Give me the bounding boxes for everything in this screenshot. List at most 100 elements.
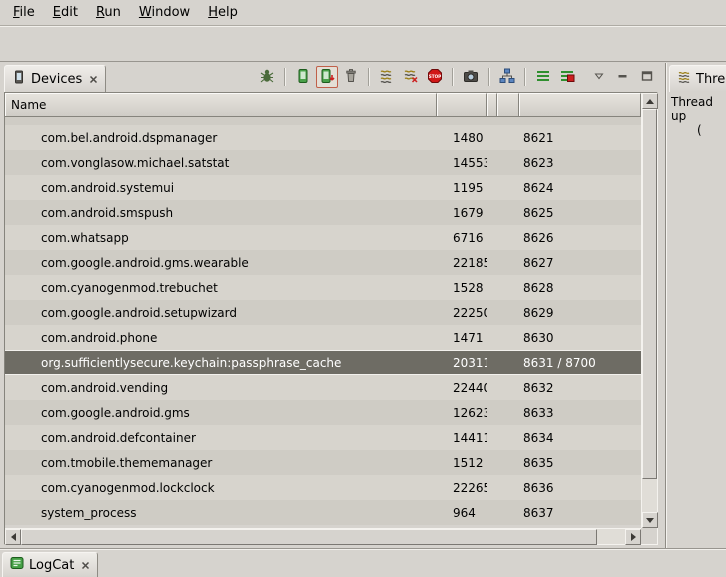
process-port: 8629 (519, 306, 641, 320)
maximize-icon (641, 70, 653, 85)
screen-capture-button[interactable] (460, 66, 482, 88)
tab-logcat[interactable]: LogCat (2, 552, 98, 577)
process-port: 8623 (519, 156, 641, 170)
table-row[interactable]: com.whatsapp 6716 8626 (5, 225, 641, 250)
stop-profiling-button[interactable] (556, 66, 578, 88)
scroll-up-button[interactable] (642, 93, 658, 109)
tab-threads[interactable]: Threads (669, 65, 726, 92)
toolbar-separator (452, 68, 454, 86)
svg-text:STOP: STOP (429, 73, 442, 78)
table-row[interactable]: com.google.android.gms.wearable 22185 86… (5, 250, 641, 275)
process-table-body: com.bel.android.dspmanager 1480 8621 com… (5, 117, 641, 528)
tab-threads-label: Threads (696, 72, 726, 87)
cause-gc-icon (343, 68, 359, 87)
process-name: com.cyanogenmod.trebuchet (5, 281, 437, 295)
process-pid: 20311 (437, 356, 487, 370)
process-pid: 14411 (437, 431, 487, 445)
method-profiling-button[interactable] (400, 66, 422, 88)
dump-hprof-icon (319, 68, 335, 87)
maximize-button[interactable] (636, 66, 658, 88)
hierarchy-view-button[interactable] (496, 66, 518, 88)
table-row[interactable]: com.tmobile.thememanager 1512 8635 (5, 450, 641, 475)
process-name: system_process (5, 506, 437, 520)
menu-item-window[interactable]: Window (130, 1, 199, 24)
process-name: com.android.defcontainer (5, 431, 437, 445)
table-row[interactable]: com.cyanogenmod.trebuchet 1528 8628 (5, 275, 641, 300)
table-row[interactable]: com.android.smspush 1679 8625 (5, 200, 641, 225)
devices-toolbar: STOP (255, 66, 659, 88)
main-area: Devices (0, 63, 726, 548)
devices-panel: Devices (0, 63, 666, 548)
start-profiling-button[interactable] (532, 66, 554, 88)
threads-view-header: Threads (667, 63, 726, 92)
toolbar-separator (524, 68, 526, 86)
threads-message-line1: Thread up (671, 95, 722, 123)
cause-gc-button[interactable] (340, 66, 362, 88)
partial-row (5, 117, 641, 125)
column-header-port[interactable] (519, 93, 641, 117)
menu-item-file[interactable]: File (4, 1, 44, 24)
minimize-button[interactable] (612, 66, 634, 88)
vertical-scroll-thumb[interactable] (642, 109, 657, 479)
close-icon[interactable] (81, 561, 90, 570)
process-port: 8621 (519, 131, 641, 145)
column-header-pid[interactable] (437, 93, 487, 117)
process-pid: 14553 (437, 156, 487, 170)
process-name: com.bel.android.dspmanager (5, 131, 437, 145)
table-row[interactable]: com.vonglasow.michael.satstat 14553 8623 (5, 150, 641, 175)
column-header-2[interactable] (487, 93, 497, 117)
threads-message-line2: ( (671, 123, 722, 137)
process-table: Name com.bel.android.dspmanager 1480 862… (4, 92, 658, 545)
logcat-icon (10, 556, 24, 574)
update-heap-button[interactable] (292, 66, 314, 88)
process-name: com.android.smspush (5, 206, 437, 220)
scroll-down-button[interactable] (642, 512, 658, 528)
process-port: 8633 (519, 406, 641, 420)
table-row[interactable]: com.google.android.setupwizard 22250 862… (5, 300, 641, 325)
table-row[interactable]: com.android.vending 22440 8632 (5, 375, 641, 400)
stop-process-button[interactable]: STOP (424, 66, 446, 88)
table-row[interactable]: com.cyanogenmod.lockclock 22265 8636 (5, 475, 641, 500)
process-name: org.sufficientlysecure.keychain:passphra… (5, 356, 437, 370)
process-pid: 964 (437, 506, 487, 520)
scroll-right-button[interactable] (625, 529, 641, 545)
close-icon[interactable] (89, 75, 98, 84)
process-name: com.vonglasow.michael.satstat (5, 156, 437, 170)
debug-process-button[interactable] (256, 66, 278, 88)
menu-item-help[interactable]: Help (199, 1, 247, 24)
vertical-scrollbar[interactable] (641, 93, 657, 528)
menu-bar: FileEditRunWindowHelp (0, 0, 726, 26)
process-name: com.android.phone (5, 331, 437, 345)
threads-content: Thread up ( (667, 92, 726, 548)
process-port: 8630 (519, 331, 641, 345)
table-row[interactable]: com.android.systemui 1195 8624 (5, 175, 641, 200)
process-pid: 1471 (437, 331, 487, 345)
horizontal-scrollbar[interactable] (5, 528, 641, 544)
scrollbar-corner (641, 528, 657, 544)
process-name: com.android.vending (5, 381, 437, 395)
table-row[interactable]: org.sufficientlysecure.keychain:passphra… (5, 350, 641, 375)
process-pid: 22250 (437, 306, 487, 320)
update-threads-button[interactable] (376, 66, 398, 88)
process-name: com.google.android.gms (5, 406, 437, 420)
scroll-left-button[interactable] (5, 529, 21, 545)
process-port: 8626 (519, 231, 641, 245)
process-name: com.whatsapp (5, 231, 437, 245)
menu-item-edit[interactable]: Edit (44, 1, 87, 24)
toolbar-separator (368, 68, 370, 86)
menu-item-run[interactable]: Run (87, 1, 130, 24)
view-menu-button[interactable] (588, 66, 610, 88)
devices-view-header: Devices (0, 63, 665, 92)
process-pid: 6716 (437, 231, 487, 245)
table-row[interactable]: com.android.phone 1471 8630 (5, 325, 641, 350)
tab-devices[interactable]: Devices (4, 65, 106, 92)
table-row[interactable]: com.bel.android.dspmanager 1480 8621 (5, 125, 641, 150)
horizontal-scroll-thumb[interactable] (21, 529, 597, 545)
process-name: com.tmobile.thememanager (5, 456, 437, 470)
column-header-3[interactable] (497, 93, 519, 117)
table-row[interactable]: com.android.defcontainer 14411 8634 (5, 425, 641, 450)
dump-hprof-button[interactable] (316, 66, 338, 88)
column-header-name[interactable]: Name (5, 93, 437, 117)
table-row[interactable]: com.google.android.gms 12623 8633 (5, 400, 641, 425)
table-row[interactable]: system_process 964 8637 (5, 500, 641, 525)
